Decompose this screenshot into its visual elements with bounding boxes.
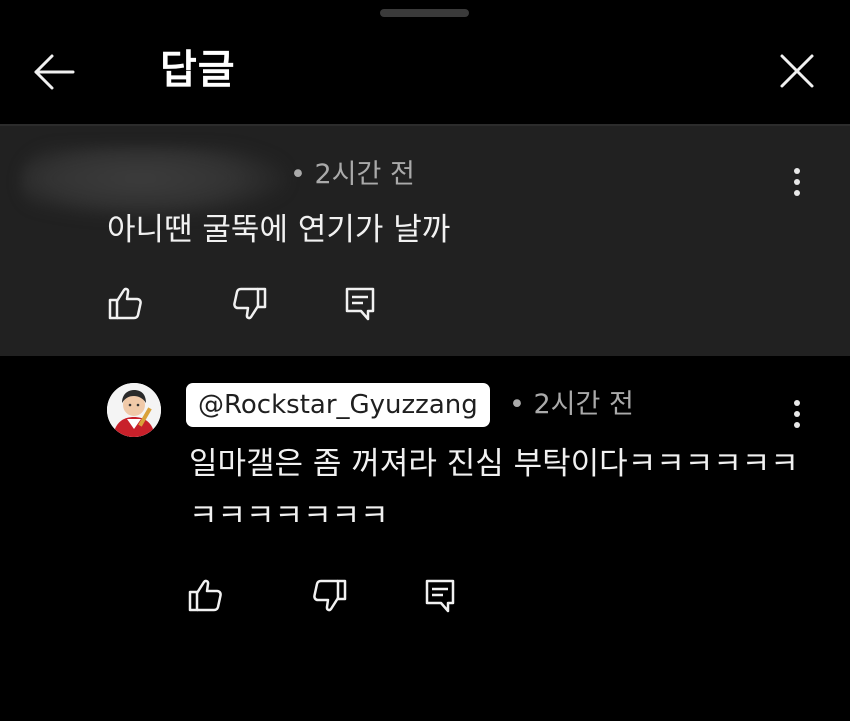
- back-button[interactable]: [30, 48, 78, 96]
- panel-title: 답글: [160, 47, 236, 93]
- panel-header: 답글: [0, 0, 850, 125]
- author-handle[interactable]: @Rockstar_Gyuzzang: [186, 383, 490, 427]
- thumb-up-icon: [188, 579, 222, 612]
- reply-button[interactable]: [421, 576, 461, 616]
- dislike-button[interactable]: [229, 284, 269, 324]
- dislike-button[interactable]: [309, 576, 349, 616]
- reply-button[interactable]: [341, 284, 381, 324]
- reply-icon: [345, 287, 375, 321]
- comment-text: 일마갤은 좀 꺼져라 진심 부탁이다ㅋㅋㅋㅋㅋㅋㅋㅋㅋㅋㅋㅋㅋ: [189, 446, 799, 534]
- thumb-up-icon: [108, 287, 142, 320]
- like-button[interactable]: [106, 284, 146, 324]
- close-button[interactable]: [772, 46, 822, 96]
- avatar[interactable]: [107, 383, 161, 437]
- reply-comment: @Rockstar_Gyuzzang • 2시간 전 일마갤은 좀 꺼져라 진심…: [0, 356, 850, 721]
- thumb-down-icon: [313, 579, 347, 612]
- replies-panel: 답글 • 2시간 전 아니땐 굴뚝에 연기가 날까 @Rockstar_Gyuz…: [0, 0, 850, 721]
- reply-icon: [425, 579, 455, 613]
- comment-timestamp: • 2시간 전: [290, 159, 415, 190]
- close-icon: [780, 54, 814, 88]
- comment-timestamp: • 2시간 전: [509, 389, 634, 420]
- more-options-button[interactable]: [785, 162, 809, 202]
- comment-text: 아니땐 굴뚝에 연기가 날까: [107, 212, 451, 248]
- parent-comment: • 2시간 전 아니땐 굴뚝에 연기가 날까: [0, 126, 850, 356]
- avatar-image: [107, 383, 161, 437]
- like-button[interactable]: [186, 576, 226, 616]
- more-options-button[interactable]: [785, 394, 809, 434]
- thumb-down-icon: [233, 287, 267, 320]
- blurred-author-name: [20, 146, 288, 218]
- arrow-left-icon: [34, 54, 75, 90]
